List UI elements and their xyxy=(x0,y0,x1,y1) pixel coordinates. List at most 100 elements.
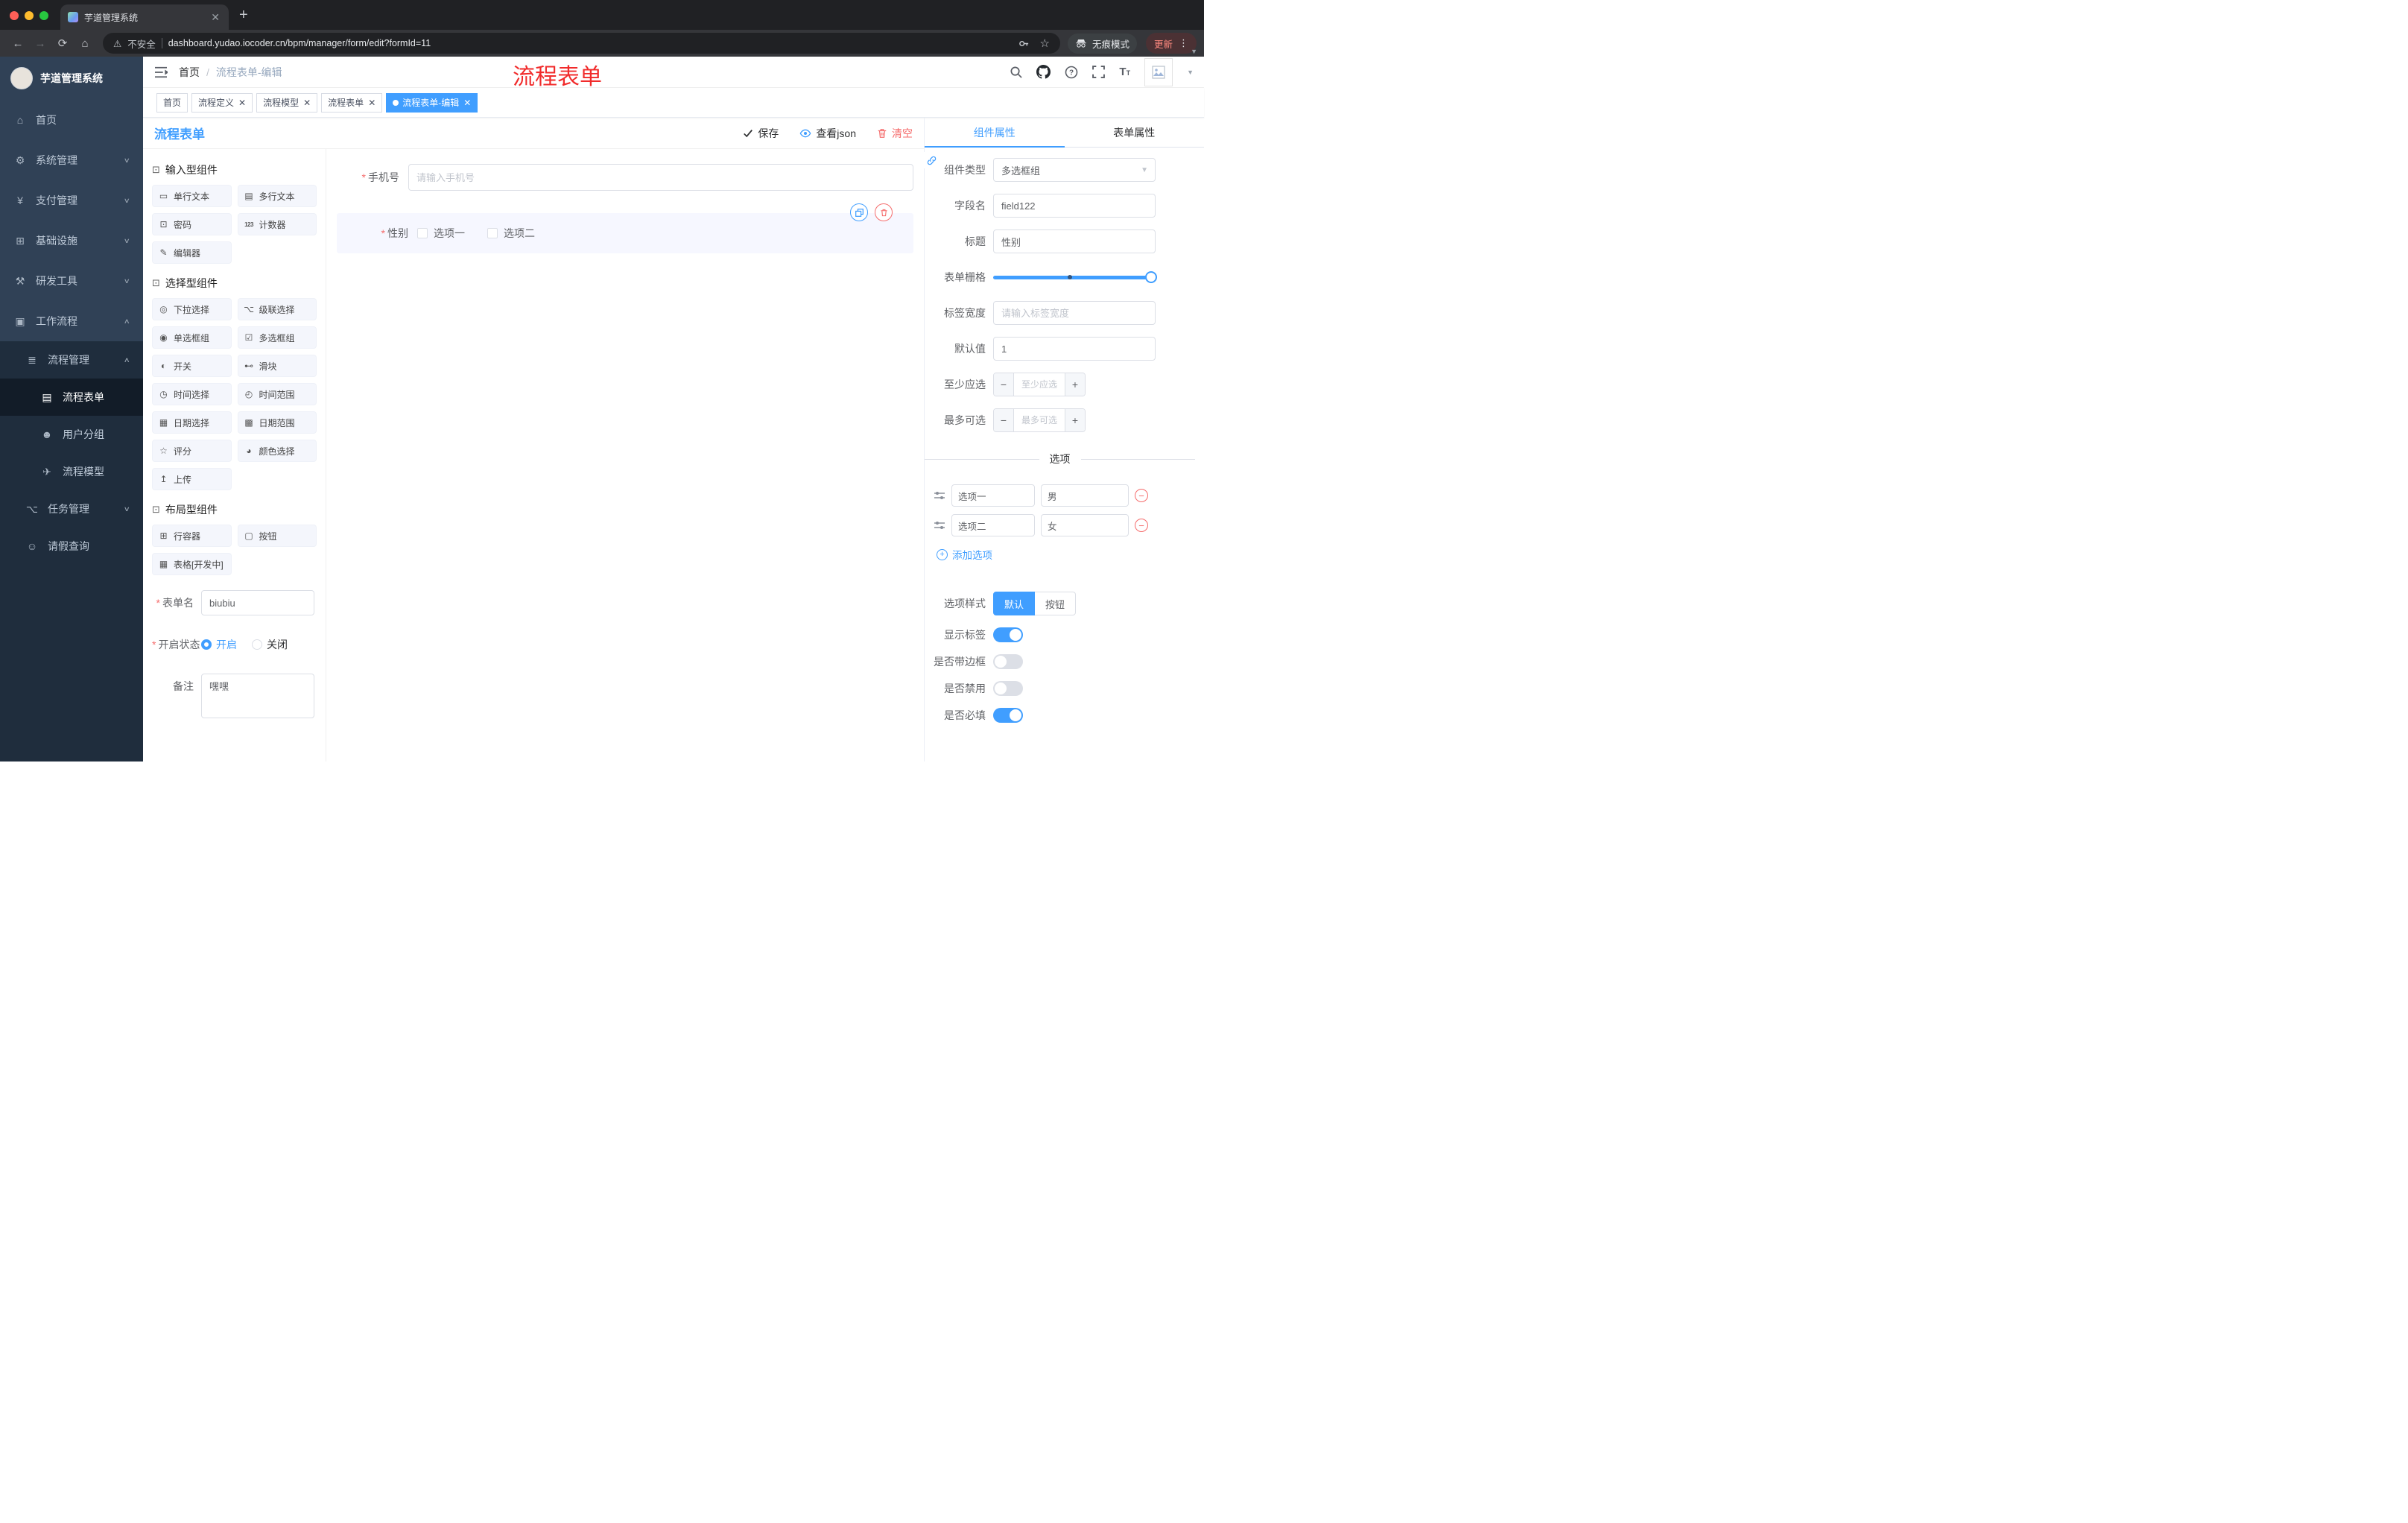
tag-close-icon[interactable]: ✕ xyxy=(303,98,311,108)
palette-item-editor[interactable]: ✎ 编辑器 xyxy=(152,241,232,264)
copy-field-button[interactable] xyxy=(850,203,868,221)
tag-close-icon[interactable]: ✕ xyxy=(368,98,376,108)
decrease-icon[interactable]: − xyxy=(994,409,1014,431)
required-switch[interactable] xyxy=(993,708,1023,723)
field-name-input[interactable] xyxy=(993,194,1156,218)
tab-close-icon[interactable]: ✕ xyxy=(209,11,221,24)
sidebar-item-payment[interactable]: ¥ 支付管理 ∨ xyxy=(0,180,143,221)
title-input[interactable] xyxy=(993,229,1156,253)
grid-slider[interactable] xyxy=(993,265,1157,289)
window-zoom-button[interactable] xyxy=(39,11,48,20)
form-name-input[interactable] xyxy=(201,590,314,615)
palette-item-dropdown[interactable]: ◎ 下拉选择 xyxy=(152,298,232,320)
gender-option-1[interactable]: 选项一 xyxy=(417,226,465,241)
reload-icon[interactable]: ⟳ xyxy=(52,33,73,54)
palette-item-slider[interactable]: ⊷ 滑块 xyxy=(237,355,317,377)
show-label-switch[interactable] xyxy=(993,627,1023,642)
palette-item-time-picker[interactable]: ◷ 时间选择 xyxy=(152,383,232,405)
sidebar-logo[interactable]: 芋道管理系统 xyxy=(0,57,143,100)
min-select-input[interactable] xyxy=(1014,373,1065,396)
remove-option-icon[interactable]: − xyxy=(1135,489,1148,502)
browser-tab[interactable]: 芋道管理系统 ✕ xyxy=(60,4,229,30)
security-warning-icon[interactable]: ⚠ xyxy=(113,38,121,49)
bookmark-star-icon[interactable]: ☆ xyxy=(1040,37,1050,50)
option-style-default[interactable]: 默认 xyxy=(993,592,1036,615)
breadcrumb-home[interactable]: 首页 xyxy=(179,65,200,80)
avatar-caret-icon[interactable]: ▼ xyxy=(1187,69,1194,76)
font-size-icon[interactable]: TT xyxy=(1119,66,1130,78)
sidebar-item-leave-query[interactable]: ☺ 请假查询 xyxy=(0,528,143,565)
palette-item-row-container[interactable]: ⊞ 行容器 xyxy=(152,525,232,547)
palette-item-date-picker[interactable]: ▦ 日期选择 xyxy=(152,411,232,434)
home-icon-browser[interactable]: ⌂ xyxy=(75,33,95,54)
palette-item-switch[interactable]: ◐ 开关 xyxy=(152,355,232,377)
sidebar-item-process-management[interactable]: ≣ 流程管理 ∧ xyxy=(0,341,143,379)
palette-item-multi-text[interactable]: ▤ 多行文本 xyxy=(237,185,317,207)
sidebar-item-system[interactable]: ⚙ 系统管理 ∨ xyxy=(0,140,143,180)
option-label-input[interactable] xyxy=(951,514,1035,536)
component-type-select[interactable]: 多选框组 ▼ xyxy=(993,158,1156,182)
option-style-button[interactable]: 按钮 xyxy=(1035,592,1077,615)
new-tab-button[interactable]: + xyxy=(239,7,248,24)
browser-menu-icon[interactable]: ⋮ xyxy=(1179,37,1188,49)
clear-button[interactable]: 清空 xyxy=(877,126,913,141)
sidebar-toggle-icon[interactable] xyxy=(143,66,179,78)
sidebar-item-infrastructure[interactable]: ⊞ 基础设施 ∨ xyxy=(0,221,143,261)
canvas-field-gender-selected[interactable]: * 性别 选项一 选项二 xyxy=(337,203,913,253)
search-icon[interactable] xyxy=(1010,66,1023,78)
sidebar-item-home[interactable]: ⌂ 首页 xyxy=(0,100,143,140)
form-canvas[interactable]: *手机号 *性别 xyxy=(326,149,924,762)
drag-handle-icon[interactable] xyxy=(934,520,945,531)
remark-textarea[interactable]: 嘿嘿 xyxy=(201,674,314,718)
security-label[interactable]: 不安全 xyxy=(127,37,156,51)
tag-process-model[interactable]: 流程模型 ✕ xyxy=(256,92,318,113)
tag-process-definition[interactable]: 流程定义 ✕ xyxy=(191,92,253,113)
tag-process-form[interactable]: 流程表单 ✕ xyxy=(321,92,383,113)
increase-icon[interactable]: + xyxy=(1065,409,1085,431)
sidebar-item-workflow[interactable]: ▣ 工作流程 ∧ xyxy=(0,301,143,341)
palette-item-date-range[interactable]: ▩ 日期范围 xyxy=(237,411,317,434)
option-value-input[interactable] xyxy=(1041,484,1129,507)
toolbar-caret-icon[interactable]: ▼ xyxy=(1191,48,1197,55)
palette-item-button[interactable]: ▢ 按钮 xyxy=(237,525,317,547)
option-value-input[interactable] xyxy=(1041,514,1129,536)
palette-item-cascader[interactable]: ⌥ 级联选择 xyxy=(237,298,317,320)
default-value-input[interactable] xyxy=(993,337,1156,361)
palette-item-color-picker[interactable]: ◕ 颜色选择 xyxy=(237,440,317,462)
link-icon[interactable] xyxy=(923,152,940,168)
increase-icon[interactable]: + xyxy=(1065,373,1085,396)
remove-option-icon[interactable]: − xyxy=(1135,519,1148,532)
slider-handle[interactable] xyxy=(1145,271,1157,283)
fullscreen-icon[interactable] xyxy=(1092,66,1106,78)
drag-handle-icon[interactable] xyxy=(934,490,945,501)
save-button[interactable]: 保存 xyxy=(743,126,779,141)
decrease-icon[interactable]: − xyxy=(994,373,1014,396)
delete-field-button[interactable] xyxy=(875,203,893,221)
browser-update-button[interactable]: 更新 ⋮ xyxy=(1145,33,1197,54)
border-switch[interactable] xyxy=(993,654,1023,669)
palette-item-counter[interactable]: 123 计数器 xyxy=(237,213,317,235)
palette-item-password[interactable]: ⊡ 密码 xyxy=(152,213,232,235)
palette-item-checkbox-group[interactable]: ☑ 多选框组 xyxy=(237,326,317,349)
gender-option-2[interactable]: 选项二 xyxy=(487,226,535,241)
phone-input[interactable] xyxy=(408,164,913,191)
status-radio-off[interactable]: 关闭 xyxy=(252,637,288,652)
tag-close-icon[interactable]: ✕ xyxy=(238,98,246,108)
label-width-input[interactable] xyxy=(993,301,1156,325)
sidebar-item-process-model[interactable]: ✈ 流程模型 xyxy=(0,453,143,490)
avatar[interactable] xyxy=(1144,57,1173,86)
help-icon[interactable]: ? xyxy=(1065,66,1078,79)
palette-item-upload[interactable]: ↥ 上传 xyxy=(152,468,232,490)
window-close-button[interactable] xyxy=(10,11,19,20)
max-select-input[interactable] xyxy=(1014,409,1065,431)
sidebar-item-process-form[interactable]: ▤ 流程表单 xyxy=(0,379,143,416)
address-bar[interactable]: ⚠ 不安全 dashboard.yudao.iocoder.cn/bpm/man… xyxy=(103,33,1060,54)
key-icon[interactable] xyxy=(1018,38,1030,49)
url-text[interactable]: dashboard.yudao.iocoder.cn/bpm/manager/f… xyxy=(168,38,431,48)
forward-icon[interactable]: → xyxy=(30,33,51,54)
tab-form-props[interactable]: 表单属性 xyxy=(1065,118,1205,147)
view-json-button[interactable]: 查看json xyxy=(799,126,856,141)
window-minimize-button[interactable] xyxy=(25,11,34,20)
tag-home[interactable]: 首页 xyxy=(156,92,188,113)
add-option-button[interactable]: + 添加选项 xyxy=(937,547,1195,562)
